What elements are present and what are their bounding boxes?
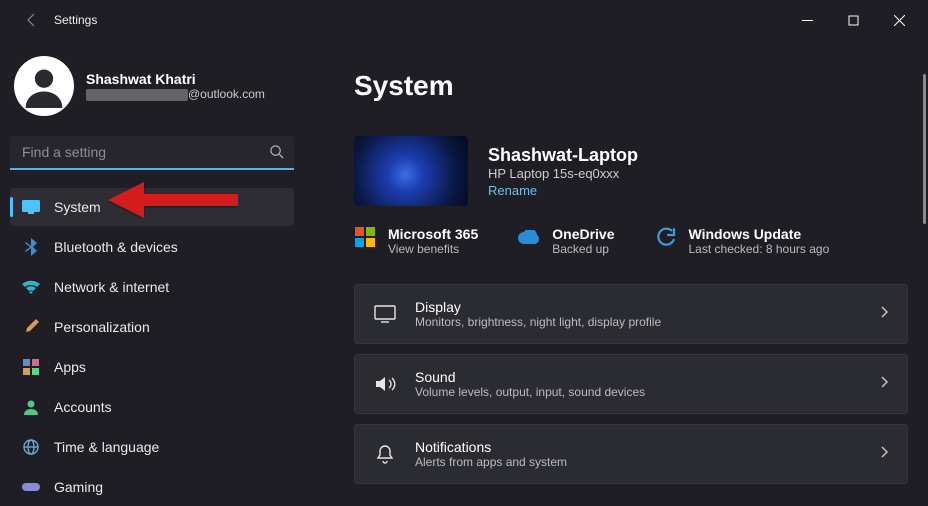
avatar [14, 56, 74, 116]
status-title: OneDrive [552, 226, 614, 242]
status-title: Windows Update [689, 226, 830, 242]
sidebar-item-network[interactable]: Network & internet [10, 268, 294, 306]
status-row: Microsoft 365View benefits OneDriveBacke… [354, 226, 908, 256]
page-title: System [354, 70, 908, 102]
status-onedrive[interactable]: OneDriveBacked up [518, 226, 614, 256]
search-icon [269, 144, 284, 164]
nav: System Bluetooth & devices Network & int… [10, 188, 294, 506]
titlebar: Settings [0, 0, 928, 40]
rename-link[interactable]: Rename [488, 183, 638, 198]
scrollbar[interactable] [923, 74, 926, 224]
sidebar-item-label: Personalization [54, 319, 150, 335]
card-sound[interactable]: SoundVolume levels, output, input, sound… [354, 354, 908, 414]
chevron-right-icon [879, 445, 889, 464]
status-microsoft-365[interactable]: Microsoft 365View benefits [354, 226, 478, 256]
card-title: Display [415, 299, 661, 315]
maximize-icon [848, 15, 859, 26]
user-block[interactable]: Shashwat Khatri @outlook.com [14, 56, 294, 116]
card-display[interactable]: DisplayMonitors, brightness, night light… [354, 284, 908, 344]
sidebar-item-personalization[interactable]: Personalization [10, 308, 294, 346]
chevron-right-icon [879, 375, 889, 394]
sidebar-item-label: Gaming [54, 479, 103, 495]
status-windows-update[interactable]: Windows UpdateLast checked: 8 hours ago [655, 226, 830, 256]
redacted-text [86, 89, 188, 101]
status-sub: Last checked: 8 hours ago [689, 242, 830, 256]
minimize-icon [802, 15, 813, 26]
cloud-icon [518, 226, 540, 248]
apps-icon [22, 358, 40, 376]
bell-icon [373, 442, 397, 466]
device-model: HP Laptop 15s-eq0xxx [488, 166, 638, 181]
person-icon [22, 64, 66, 108]
user-name: Shashwat Khatri [86, 71, 265, 87]
user-email: @outlook.com [86, 87, 265, 101]
window-controls [784, 0, 922, 40]
sidebar-item-label: Bluetooth & devices [54, 239, 178, 255]
back-button[interactable] [18, 6, 46, 34]
close-icon [894, 15, 905, 26]
person-icon [22, 398, 40, 416]
card-sub: Monitors, brightness, night light, displ… [415, 315, 661, 329]
status-sub: Backed up [552, 242, 614, 256]
close-button[interactable] [876, 0, 922, 40]
microsoft-icon [354, 226, 376, 248]
monitor-icon [22, 198, 40, 216]
sidebar-item-time-language[interactable]: Time & language [10, 428, 294, 466]
sidebar-item-accounts[interactable]: Accounts [10, 388, 294, 426]
arrow-left-icon [24, 12, 40, 28]
sidebar-item-label: Apps [54, 359, 86, 375]
sound-icon [373, 372, 397, 396]
main-content: System Shashwat-Laptop HP Laptop 15s-eq0… [304, 40, 928, 500]
sidebar-item-label: Accounts [54, 399, 112, 415]
globe-icon [22, 438, 40, 456]
chevron-right-icon [879, 305, 889, 324]
sidebar: Shashwat Khatri @outlook.com System Blue… [0, 40, 304, 500]
sidebar-item-apps[interactable]: Apps [10, 348, 294, 386]
update-icon [655, 226, 677, 248]
device-info: Shashwat-Laptop HP Laptop 15s-eq0xxx Ren… [354, 136, 908, 206]
device-name: Shashwat-Laptop [488, 145, 638, 166]
card-sub: Alerts from apps and system [415, 455, 567, 469]
device-thumbnail [354, 136, 468, 206]
sidebar-item-gaming[interactable]: Gaming [10, 468, 294, 506]
card-sub: Volume levels, output, input, sound devi… [415, 385, 645, 399]
bluetooth-icon [22, 238, 40, 256]
sidebar-item-label: Time & language [54, 439, 159, 455]
minimize-button[interactable] [784, 0, 830, 40]
sidebar-item-system[interactable]: System [10, 188, 294, 226]
brush-icon [22, 318, 40, 336]
card-title: Sound [415, 369, 645, 385]
gamepad-icon [22, 478, 40, 496]
card-title: Notifications [415, 439, 567, 455]
maximize-button[interactable] [830, 0, 876, 40]
search-input[interactable] [10, 136, 294, 170]
wifi-icon [22, 278, 40, 296]
status-sub: View benefits [388, 242, 478, 256]
display-icon [373, 302, 397, 326]
sidebar-item-bluetooth[interactable]: Bluetooth & devices [10, 228, 294, 266]
app-title: Settings [54, 13, 97, 27]
sidebar-item-label: System [54, 199, 101, 215]
settings-cards: DisplayMonitors, brightness, night light… [354, 284, 908, 484]
card-notifications[interactable]: NotificationsAlerts from apps and system [354, 424, 908, 484]
sidebar-item-label: Network & internet [54, 279, 169, 295]
status-title: Microsoft 365 [388, 226, 478, 242]
